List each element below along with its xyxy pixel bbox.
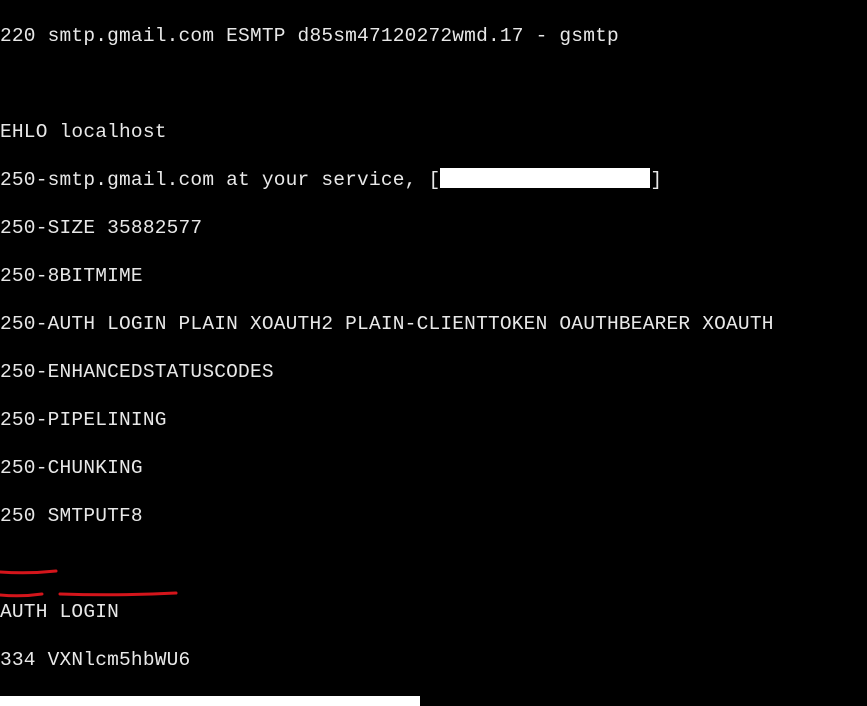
text-segment: ] (650, 169, 662, 191)
smtp-line: 250-AUTH LOGIN PLAIN XOAUTH2 PLAIN-CLIEN… (0, 312, 867, 336)
annotation-underline (60, 593, 176, 595)
annotation-underline (0, 594, 42, 596)
smtp-line (0, 696, 867, 706)
smtp-line: AUTH LOGIN (0, 600, 867, 624)
blank-line (0, 552, 867, 576)
smtp-line: 250-SIZE 35882577 (0, 216, 867, 240)
smtp-line: 334 VXNlcm5hbWU6 (0, 648, 867, 672)
smtp-line: EHLO localhost (0, 120, 867, 144)
redacted-username (0, 696, 420, 706)
text-segment: 250-smtp.gmail.com at your service, [ (0, 169, 440, 191)
smtp-line: 250-8BITMIME (0, 264, 867, 288)
smtp-line: 250 SMTPUTF8 (0, 504, 867, 528)
smtp-line: 250-PIPELINING (0, 408, 867, 432)
smtp-line: 250-smtp.gmail.com at your service, [] (0, 168, 867, 192)
blank-line (0, 72, 867, 96)
smtp-line: 250-ENHANCEDSTATUSCODES (0, 360, 867, 384)
redacted-ip (440, 168, 650, 188)
terminal-output: 220 smtp.gmail.com ESMTP d85sm47120272wm… (0, 0, 867, 706)
smtp-line: 220 smtp.gmail.com ESMTP d85sm47120272wm… (0, 24, 867, 48)
smtp-line: 250-CHUNKING (0, 456, 867, 480)
